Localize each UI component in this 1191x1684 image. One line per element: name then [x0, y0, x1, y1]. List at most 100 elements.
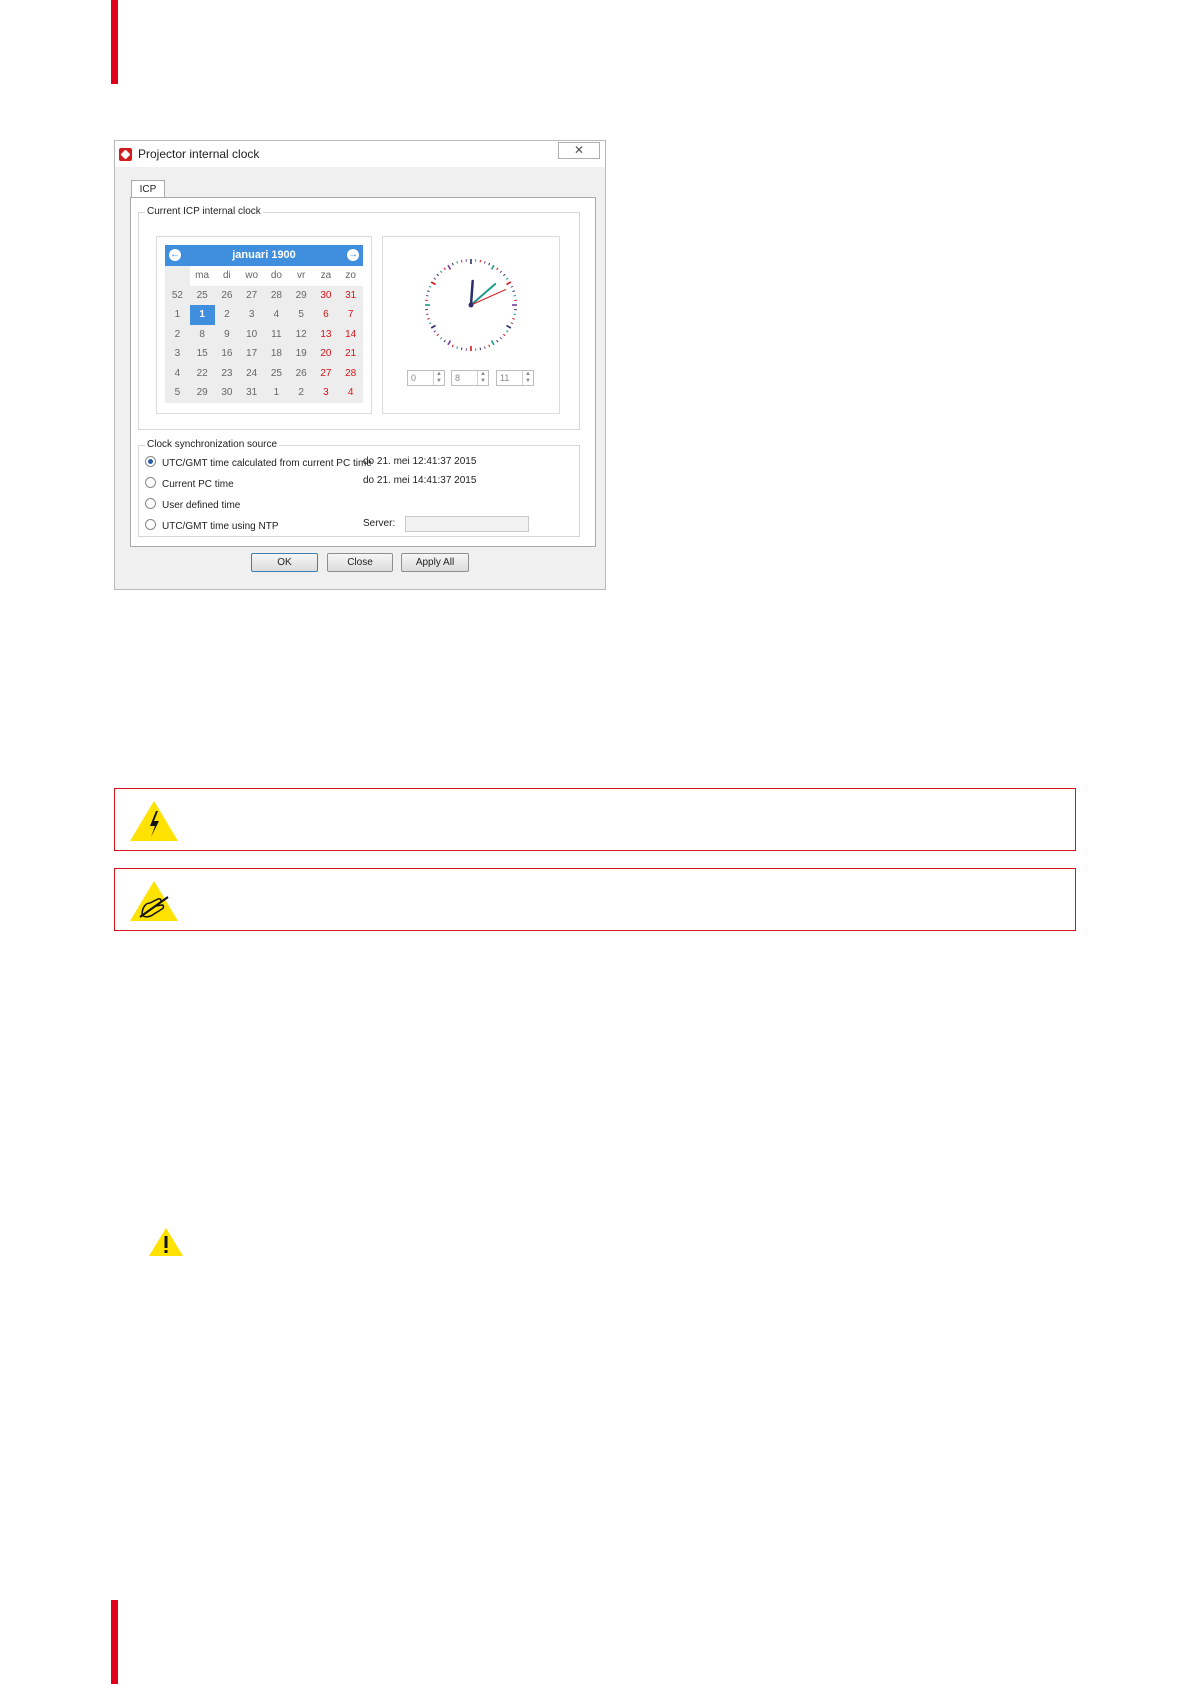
dialog-titlebar: Projector internal clock ✕ [115, 141, 605, 167]
calendar-day[interactable]: 4 [264, 305, 289, 325]
caution-exclamation-icon [149, 1228, 183, 1256]
calendar-day[interactable]: 17 [239, 344, 264, 364]
esd-hazard-icon [130, 881, 178, 921]
ok-button[interactable]: OK [251, 553, 318, 572]
calendar-day[interactable]: 25 [264, 363, 289, 383]
calendar-day[interactable]: 26 [214, 285, 240, 305]
calendar-day[interactable]: 6 [313, 305, 339, 325]
sync-option-label: UTC/GMT time using NTP [162, 521, 279, 532]
clock-tick [513, 313, 517, 316]
calendar-day[interactable]: 29 [189, 383, 215, 403]
calendar-day[interactable]: 21 [338, 344, 363, 364]
second-hand [470, 289, 507, 306]
calendar-day[interactable]: 1 [264, 383, 289, 403]
sync-option-current-pc[interactable]: Current PC time [145, 477, 234, 491]
minutes-spinner[interactable]: 8 ▲ ▼ [451, 370, 489, 386]
apply-all-button[interactable]: Apply All [401, 553, 469, 572]
clock-tick [436, 333, 440, 337]
radio-button[interactable] [145, 519, 156, 530]
electrical-warning-box [114, 788, 1076, 851]
clock-tick [428, 285, 432, 288]
calendar-day[interactable]: 22 [189, 363, 215, 383]
spinner-arrows-icon[interactable]: ▲ ▼ [522, 371, 533, 385]
clock-tick [479, 347, 482, 351]
calendar-day[interactable]: 11 [264, 324, 289, 344]
calendar-day[interactable]: 8 [189, 324, 215, 344]
clock-tick [505, 330, 509, 333]
calendar-day[interactable]: 13 [313, 324, 339, 344]
calendar-day[interactable]: 27 [313, 363, 339, 383]
sync-option-label: Current PC time [162, 479, 234, 490]
sync-option-utc-from-pc[interactable]: UTC/GMT time calculated from current PC … [145, 456, 372, 470]
calendar-day[interactable]: 2 [214, 305, 240, 325]
spinner-arrows-icon[interactable]: ▲ ▼ [433, 371, 444, 385]
calendar-day[interactable]: 16 [214, 344, 240, 364]
dialog-title: Projector internal clock [138, 147, 260, 161]
clock-tick [460, 347, 463, 351]
next-month-arrow-icon[interactable]: → [347, 249, 359, 261]
seconds-spinner[interactable]: 11 ▲ ▼ [496, 370, 534, 386]
minutes-value: 8 [455, 373, 461, 383]
clock-tick [505, 277, 509, 280]
calendar-weekday: ma [195, 270, 210, 282]
clock-tick [456, 346, 459, 349]
radio-button-selected[interactable] [145, 456, 156, 467]
calendar-day[interactable]: 27 [239, 285, 264, 305]
calendar-day[interactable]: 4 [338, 383, 363, 403]
clock-tick [447, 264, 452, 270]
calendar-day[interactable]: 14 [338, 324, 363, 344]
clock-tick [502, 273, 506, 277]
calendar-weekday: zo [345, 270, 356, 282]
clock-tick [488, 262, 491, 266]
close-button[interactable]: Close [327, 553, 393, 572]
sync-option-label: User defined time [162, 500, 241, 511]
calendar-day[interactable]: 7 [338, 305, 363, 325]
sync-option-user-defined[interactable]: User defined time [145, 498, 240, 512]
calendar-day[interactable]: 18 [264, 344, 289, 364]
sync-option-ntp[interactable]: UTC/GMT time using NTP [145, 519, 279, 533]
calendar-day[interactable]: 30 [313, 285, 339, 305]
calendar-day[interactable]: 2 [288, 383, 314, 403]
calendar-day[interactable]: 30 [214, 383, 240, 403]
calendar-day[interactable]: 12 [288, 324, 314, 344]
hours-spinner[interactable]: 0 ▲ ▼ [407, 370, 445, 386]
calendar-day[interactable]: 9 [214, 324, 240, 344]
sync-source-group-title: Clock synchronization source [145, 439, 280, 450]
calendar-day[interactable]: 31 [338, 285, 363, 305]
calendar-day[interactable]: 29 [288, 285, 314, 305]
clock-tick [428, 322, 432, 325]
calendar-day[interactable]: 10 [239, 324, 264, 344]
calendar-day[interactable]: 26 [288, 363, 314, 383]
hour-hand [469, 279, 474, 307]
calendar-day[interactable]: 28 [338, 363, 363, 383]
calendar-day[interactable]: 28 [264, 285, 289, 305]
calendar-day[interactable]: 5 [288, 305, 314, 325]
calendar-day[interactable]: 31 [239, 383, 264, 403]
radio-button[interactable] [145, 498, 156, 509]
close-icon[interactable]: ✕ [558, 142, 600, 159]
calendar-day[interactable]: 23 [214, 363, 240, 383]
spinner-arrows-icon[interactable]: ▲ ▼ [477, 371, 488, 385]
clock-tick [451, 344, 454, 348]
calendar-day[interactable]: 3 [313, 383, 339, 403]
clock-tick [439, 336, 443, 340]
radio-button[interactable] [145, 477, 156, 488]
clock-tick [506, 281, 512, 286]
seconds-value: 11 [500, 373, 510, 383]
calendar-week-number: 3 [165, 344, 190, 364]
server-label: Server: [363, 518, 396, 529]
calendar-day[interactable]: 25 [189, 285, 215, 305]
calendar-day[interactable]: 15 [189, 344, 215, 364]
calendar-week-row: 3 15 16 17 18 19 20 21 [165, 344, 363, 364]
hours-value: 0 [411, 373, 417, 383]
calendar-day[interactable]: 19 [288, 344, 314, 364]
calendar-day[interactable]: 24 [239, 363, 264, 383]
tab-icp[interactable]: ICP [131, 180, 165, 198]
sync-option-time: do 21. mei 12:41:37 2015 [363, 456, 477, 467]
calendar-weekday: vr [296, 270, 306, 282]
calendar-day[interactable]: 1 [189, 305, 215, 325]
calendar-week-row: 11234567 [165, 305, 363, 325]
calendar-day[interactable]: 3 [239, 305, 264, 325]
calendar-day[interactable]: 20 [313, 344, 339, 364]
server-input[interactable] [405, 516, 529, 532]
